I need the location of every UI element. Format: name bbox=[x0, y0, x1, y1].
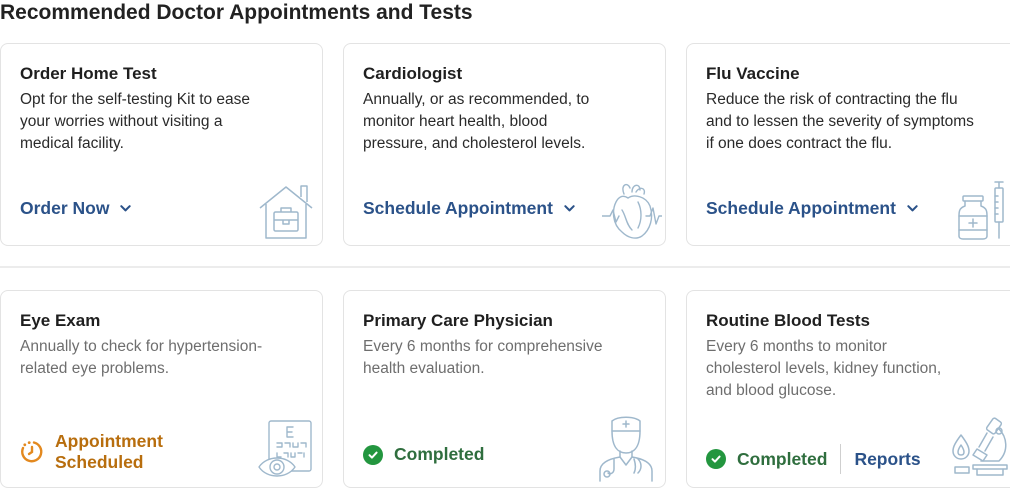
card-description: Every 6 months to monitor cholesterol le… bbox=[706, 338, 942, 399]
vaccine-icon bbox=[958, 181, 1004, 240]
status-label: Completed bbox=[737, 448, 828, 469]
chevron-down-icon bbox=[120, 205, 132, 212]
house-medkit-icon bbox=[259, 185, 313, 239]
card-title: Primary Care Physician bbox=[363, 311, 553, 330]
schedule-appointment-button[interactable]: Schedule Appointment bbox=[706, 198, 919, 219]
card-description: Annually, or as recommended, to monitor … bbox=[363, 91, 590, 152]
card-description: Opt for the self-testing Kit to ease you… bbox=[20, 91, 251, 152]
status-label: Completed bbox=[394, 444, 485, 464]
card-title: Routine Blood Tests bbox=[706, 311, 871, 330]
chevron-down-icon bbox=[564, 205, 575, 212]
appointment-scheduled-status[interactable]: Appointment Scheduled bbox=[20, 431, 163, 473]
card-title: Eye Exam bbox=[20, 311, 101, 330]
schedule-appointment-button[interactable]: Schedule Appointment bbox=[363, 198, 576, 219]
card-title: Cardiologist bbox=[363, 64, 463, 83]
card-order-home-test: Order Home Test Opt for the self-testing… bbox=[0, 43, 323, 246]
microscope-icon bbox=[952, 417, 1008, 476]
card-title: Order Home Test bbox=[20, 64, 157, 83]
card-description: Reduce the risk of contracting the flu a… bbox=[706, 91, 974, 152]
order-now-button[interactable]: Order Now bbox=[20, 198, 132, 219]
section-divider bbox=[0, 266, 1010, 268]
check-icon bbox=[363, 444, 383, 465]
card-description: Every 6 months for comprehensive health … bbox=[363, 338, 603, 377]
eye-chart-icon bbox=[258, 420, 312, 477]
completed-status: Completed bbox=[363, 444, 484, 465]
card-flu-vaccine: Flu Vaccine Reduce the risk of contracti… bbox=[686, 43, 1010, 246]
chevron-down-icon bbox=[907, 205, 918, 212]
card-eye-exam: Eye Exam Annually to check for hypertens… bbox=[0, 290, 323, 488]
card-description: Annually to check for hypertension- rela… bbox=[20, 338, 263, 377]
card-routine-blood-tests: Routine Blood Tests Every 6 months to mo… bbox=[686, 290, 1010, 488]
card-cardiologist: Cardiologist Annually, or as recommended… bbox=[343, 43, 666, 246]
clock-pending-icon bbox=[21, 441, 43, 463]
reports-link[interactable]: Reports bbox=[854, 449, 920, 470]
check-icon bbox=[706, 449, 726, 469]
separator bbox=[840, 444, 842, 474]
card-primary-care-physician: Primary Care Physician Every 6 months fo… bbox=[343, 290, 666, 488]
status-label: Appointment Scheduled bbox=[55, 431, 163, 472]
completed-status: Completed Reports bbox=[706, 444, 921, 474]
heart-icon bbox=[602, 183, 662, 239]
doctor-icon bbox=[599, 416, 653, 482]
card-title: Flu Vaccine bbox=[706, 64, 800, 83]
page-title: Recommended Doctor Appointments and Test… bbox=[0, 1, 473, 24]
